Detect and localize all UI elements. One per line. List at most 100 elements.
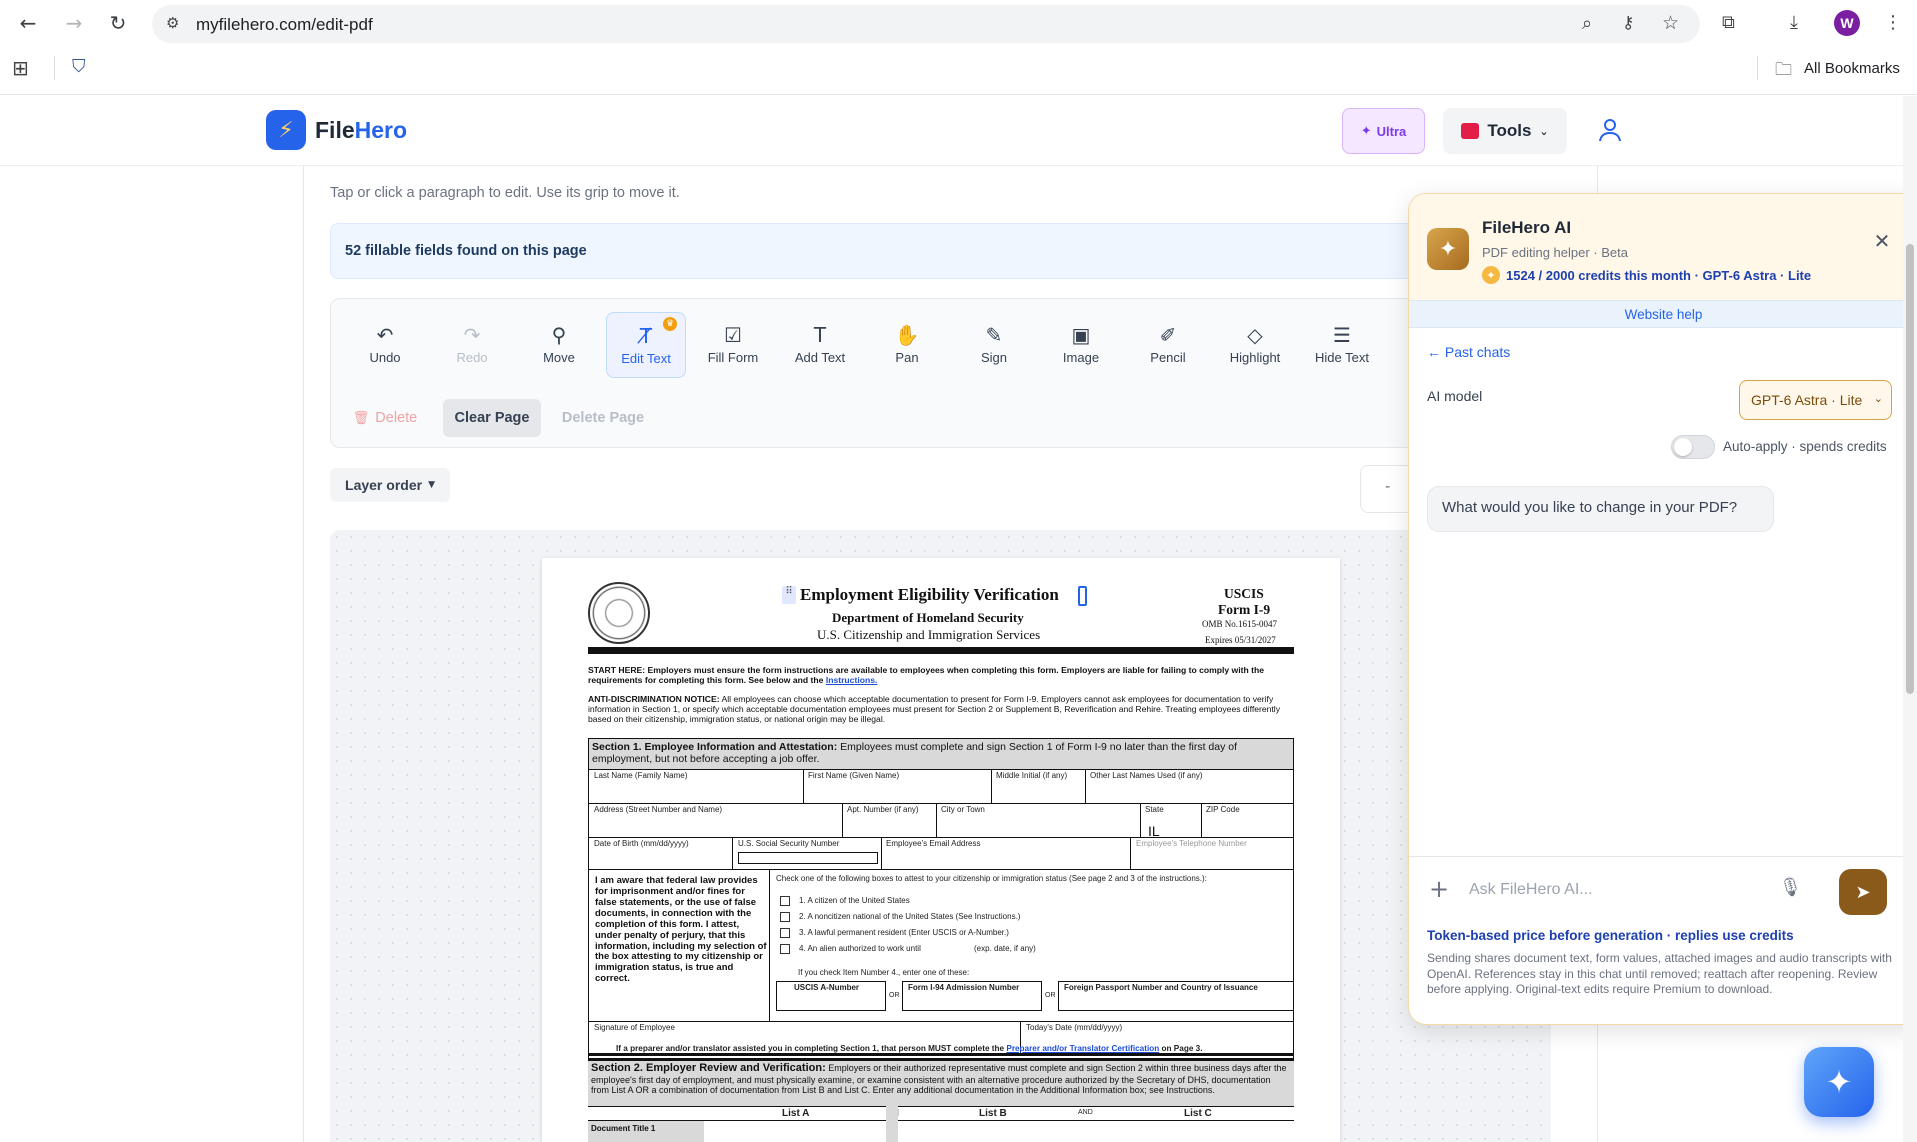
or-label: OR bbox=[889, 992, 900, 999]
pencil-button[interactable]: ✐ Pencil bbox=[1128, 312, 1208, 378]
permanent-resident-checkbox[interactable] bbox=[780, 928, 790, 938]
row-line bbox=[588, 1021, 1294, 1022]
all-bookmarks[interactable]: All Bookmarks bbox=[1804, 60, 1900, 77]
redo-button[interactable]: ↷ Redo bbox=[432, 312, 512, 378]
profile-avatar[interactable]: W bbox=[1834, 10, 1860, 36]
past-chats-link[interactable]: ← Past chats bbox=[1427, 344, 1510, 360]
preparer-link[interactable]: Preparer and/or Translator Certification bbox=[1006, 1044, 1159, 1053]
edit-text-button[interactable]: ♛ T̸ Edit Text bbox=[606, 312, 686, 378]
url-text[interactable]: myfilehero.com/edit-pdf bbox=[196, 15, 373, 35]
citizen-checkbox[interactable] bbox=[780, 896, 790, 906]
pdf-page[interactable]: ⠿ Employment Eligibility Verification De… bbox=[542, 558, 1340, 1142]
ai-assistant-fab[interactable]: ✦ bbox=[1804, 1047, 1874, 1117]
agency[interactable]: U.S. Citizenship and Immigration Service… bbox=[817, 627, 1040, 643]
download-icon[interactable]: ⤓ bbox=[1790, 12, 1798, 33]
form-title[interactable]: Employment Eligibility Verification bbox=[800, 585, 1059, 605]
back-icon[interactable]: ← bbox=[12, 8, 44, 38]
option-4: 4. An alien authorized to work until bbox=[799, 944, 921, 953]
brand-part-b: Hero bbox=[354, 117, 408, 143]
clear-page-button[interactable]: Clear Page bbox=[443, 399, 541, 437]
scrollbar-thumb[interactable] bbox=[1906, 244, 1914, 694]
move-button[interactable]: ⚲ Move bbox=[519, 312, 599, 378]
send-button[interactable]: ➤ bbox=[1839, 869, 1887, 915]
apps-grid-icon[interactable]: ⊞ bbox=[12, 56, 29, 80]
hide-text-button[interactable]: ☰ Hide Text bbox=[1302, 312, 1382, 378]
brand-name[interactable]: FileHero bbox=[315, 117, 407, 144]
trash-icon: 🗑 bbox=[352, 410, 370, 426]
edit-hint: Tap or click a paragraph to edit. Use it… bbox=[330, 185, 680, 201]
start-here-text[interactable]: START HERE: Employers must ensure the fo… bbox=[588, 665, 1294, 686]
page-scrollbar[interactable] bbox=[1903, 96, 1917, 1142]
header-rule bbox=[588, 647, 1294, 654]
forward-icon[interactable]: → bbox=[58, 8, 90, 38]
ultra-button[interactable]: ✦ Ultra bbox=[1342, 108, 1425, 154]
tools-menu-button[interactable]: Tools ⌄ bbox=[1443, 108, 1567, 154]
anti-discrimination-notice[interactable]: ANTI-DISCRIMINATION NOTICE: All employee… bbox=[588, 694, 1294, 725]
plus-icon[interactable]: + bbox=[1429, 875, 1449, 903]
section1-header[interactable]: Section 1. Employee Information and Atte… bbox=[589, 739, 1293, 769]
caret-down-icon: ▼ bbox=[428, 480, 435, 490]
fill-form-button[interactable]: ☑ Fill Form bbox=[693, 312, 773, 378]
user-icon[interactable] bbox=[1596, 116, 1624, 144]
edit-text-icon: T̸ bbox=[639, 324, 653, 348]
add-text-button[interactable]: T Add Text bbox=[780, 312, 860, 378]
expiration[interactable]: Expires 05/31/2027 bbox=[1205, 635, 1276, 645]
add-text-icon: T bbox=[813, 323, 827, 347]
ask-ai-input[interactable] bbox=[1469, 877, 1769, 903]
zoom-icon[interactable]: ⌕ bbox=[1582, 13, 1592, 34]
section2-header[interactable]: Section 2. Employer Review and Verificat… bbox=[588, 1061, 1294, 1106]
col-line bbox=[732, 837, 733, 869]
department[interactable]: Department of Homeland Security bbox=[832, 610, 1024, 626]
undo-icon: ↶ bbox=[376, 323, 394, 347]
zoom-out-button[interactable]: - bbox=[1385, 478, 1390, 496]
delete-page-button[interactable]: Delete Page bbox=[551, 399, 655, 437]
uscis-label[interactable]: USCIS bbox=[1224, 586, 1264, 602]
list-and-label: AND bbox=[1078, 1109, 1093, 1116]
document-title-label: Document Title 1 bbox=[588, 1121, 704, 1142]
col-line bbox=[1140, 803, 1141, 837]
undo-button[interactable]: ↶ Undo bbox=[345, 312, 425, 378]
row-line bbox=[588, 1106, 1294, 1107]
instructions-link[interactable]: Instructions. bbox=[826, 675, 878, 685]
omb-number[interactable]: OMB No.1615-0047 bbox=[1202, 619, 1277, 629]
check-intro: Check one of the following boxes to atte… bbox=[776, 874, 1207, 883]
noncitizen-national-checkbox[interactable] bbox=[780, 912, 790, 922]
form-number[interactable]: Form I-9 bbox=[1218, 602, 1270, 618]
image-button[interactable]: ▣ Image bbox=[1041, 312, 1121, 378]
password-key-icon[interactable]: ⚷ bbox=[1622, 13, 1634, 33]
layer-order-label: Layer order bbox=[345, 477, 423, 493]
drag-grip-icon[interactable]: ⠿ bbox=[782, 586, 796, 604]
layer-order-dropdown[interactable]: Layer order ▼ bbox=[330, 468, 450, 502]
logo-icon[interactable]: ⚡ bbox=[266, 110, 306, 150]
pan-button[interactable]: ✋ Pan bbox=[867, 312, 947, 378]
pencil-icon: ✐ bbox=[1159, 323, 1177, 347]
authorized-alien-checkbox[interactable] bbox=[780, 944, 790, 954]
star-icon[interactable]: ☆ bbox=[1662, 12, 1679, 34]
close-icon[interactable]: ✕ bbox=[1869, 228, 1895, 254]
ai-model-select[interactable]: GPT-6 Astra · Lite ⌄ bbox=[1739, 380, 1892, 420]
dob-label: Date of Birth (mm/dd/yyyy) bbox=[594, 839, 689, 848]
ai-panel-header: ✦ FileHero AI PDF editing helper · Beta … bbox=[1409, 194, 1916, 300]
tool-label: Hide Text bbox=[1315, 350, 1369, 365]
delete-button[interactable]: 🗑 Delete bbox=[345, 399, 425, 437]
list-a-label: List A bbox=[782, 1108, 810, 1119]
site-info-icon[interactable]: ⚙ bbox=[166, 14, 179, 32]
attestation-text[interactable]: I am aware that federal law provides for… bbox=[595, 875, 767, 985]
tools-label: Tools bbox=[1487, 121, 1532, 140]
highlight-icon: ◇ bbox=[1247, 323, 1263, 347]
signature-label: Signature of Employee bbox=[594, 1023, 675, 1032]
hide-text-icon: ☰ bbox=[1333, 323, 1351, 347]
sign-button[interactable]: ✎ Sign bbox=[954, 312, 1034, 378]
shield-extension-icon[interactable]: ⛉ bbox=[72, 56, 86, 77]
auto-apply-toggle[interactable] bbox=[1671, 435, 1715, 459]
highlight-button[interactable]: ◇ Highlight bbox=[1215, 312, 1295, 378]
menu-dots-icon[interactable]: ⋮ bbox=[1884, 12, 1902, 33]
website-help-link[interactable]: Website help bbox=[1409, 300, 1916, 328]
ai-greeting-message: What would you like to change in your PD… bbox=[1427, 486, 1774, 532]
address-bar[interactable]: ⚙ myfilehero.com/edit-pdf ⌕ ⚷ ☆ bbox=[152, 5, 1700, 43]
reload-icon[interactable]: ↻ bbox=[102, 8, 134, 38]
ssn-field[interactable] bbox=[738, 852, 878, 864]
extensions-icon[interactable]: ⧉ bbox=[1722, 12, 1735, 33]
microphone-icon[interactable]: 🎙 bbox=[1779, 877, 1802, 898]
list-c-label: List C bbox=[1184, 1108, 1212, 1119]
